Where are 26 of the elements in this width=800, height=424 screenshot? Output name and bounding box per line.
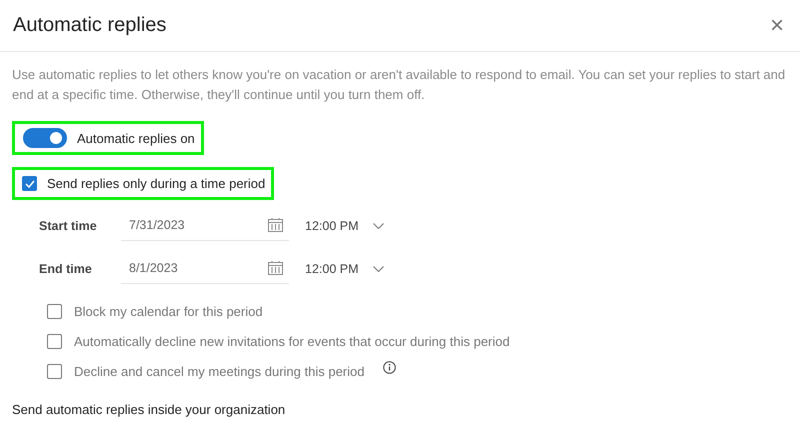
checkbox-label: Send replies only during a time period: [47, 176, 266, 191]
checkbox[interactable]: [47, 334, 62, 348]
toggle-label: Automatic replies on: [77, 130, 195, 146]
chevron-down-icon: [372, 266, 384, 272]
checkmark-icon: [24, 180, 34, 188]
chevron-down-icon: [372, 222, 384, 228]
dialog-title: Automatic replies: [13, 14, 166, 37]
time-label: Start time: [39, 218, 98, 232]
description-text: Use automatic replies to let others know you're on vacation or aren't available to respond to email. You can set your replies to start and end at a specific time. Otherwise, they'll continue until you turn them off.: [12, 66, 786, 104]
section-label: Send automatic replies inside your organization: [12, 402, 286, 417]
checkbox[interactable]: [47, 304, 62, 318]
close-button[interactable]: ×: [770, 14, 784, 38]
time-dropdown[interactable]: 12:00 PM: [305, 262, 384, 276]
time-label: End time: [39, 262, 93, 276]
calendar-icon: [268, 218, 283, 232]
checkbox-label: Decline and cancel my meetings during this period: [74, 364, 364, 378]
toggle-switch[interactable]: [23, 128, 67, 148]
date-field[interactable]: 8/1/2023: [121, 254, 289, 284]
calendar-icon: [268, 261, 283, 275]
info-icon[interactable]: [382, 360, 396, 374]
checkbox[interactable]: [22, 176, 37, 191]
checkbox[interactable]: [47, 364, 62, 378]
checkbox-label: Block my calendar for this period: [74, 304, 263, 318]
checkbox-label: Automatically decline new invitations for events that occur during this period: [74, 334, 510, 348]
date-field[interactable]: 7/31/2023: [121, 210, 289, 240]
time-dropdown[interactable]: 12:00 PM: [305, 218, 384, 232]
